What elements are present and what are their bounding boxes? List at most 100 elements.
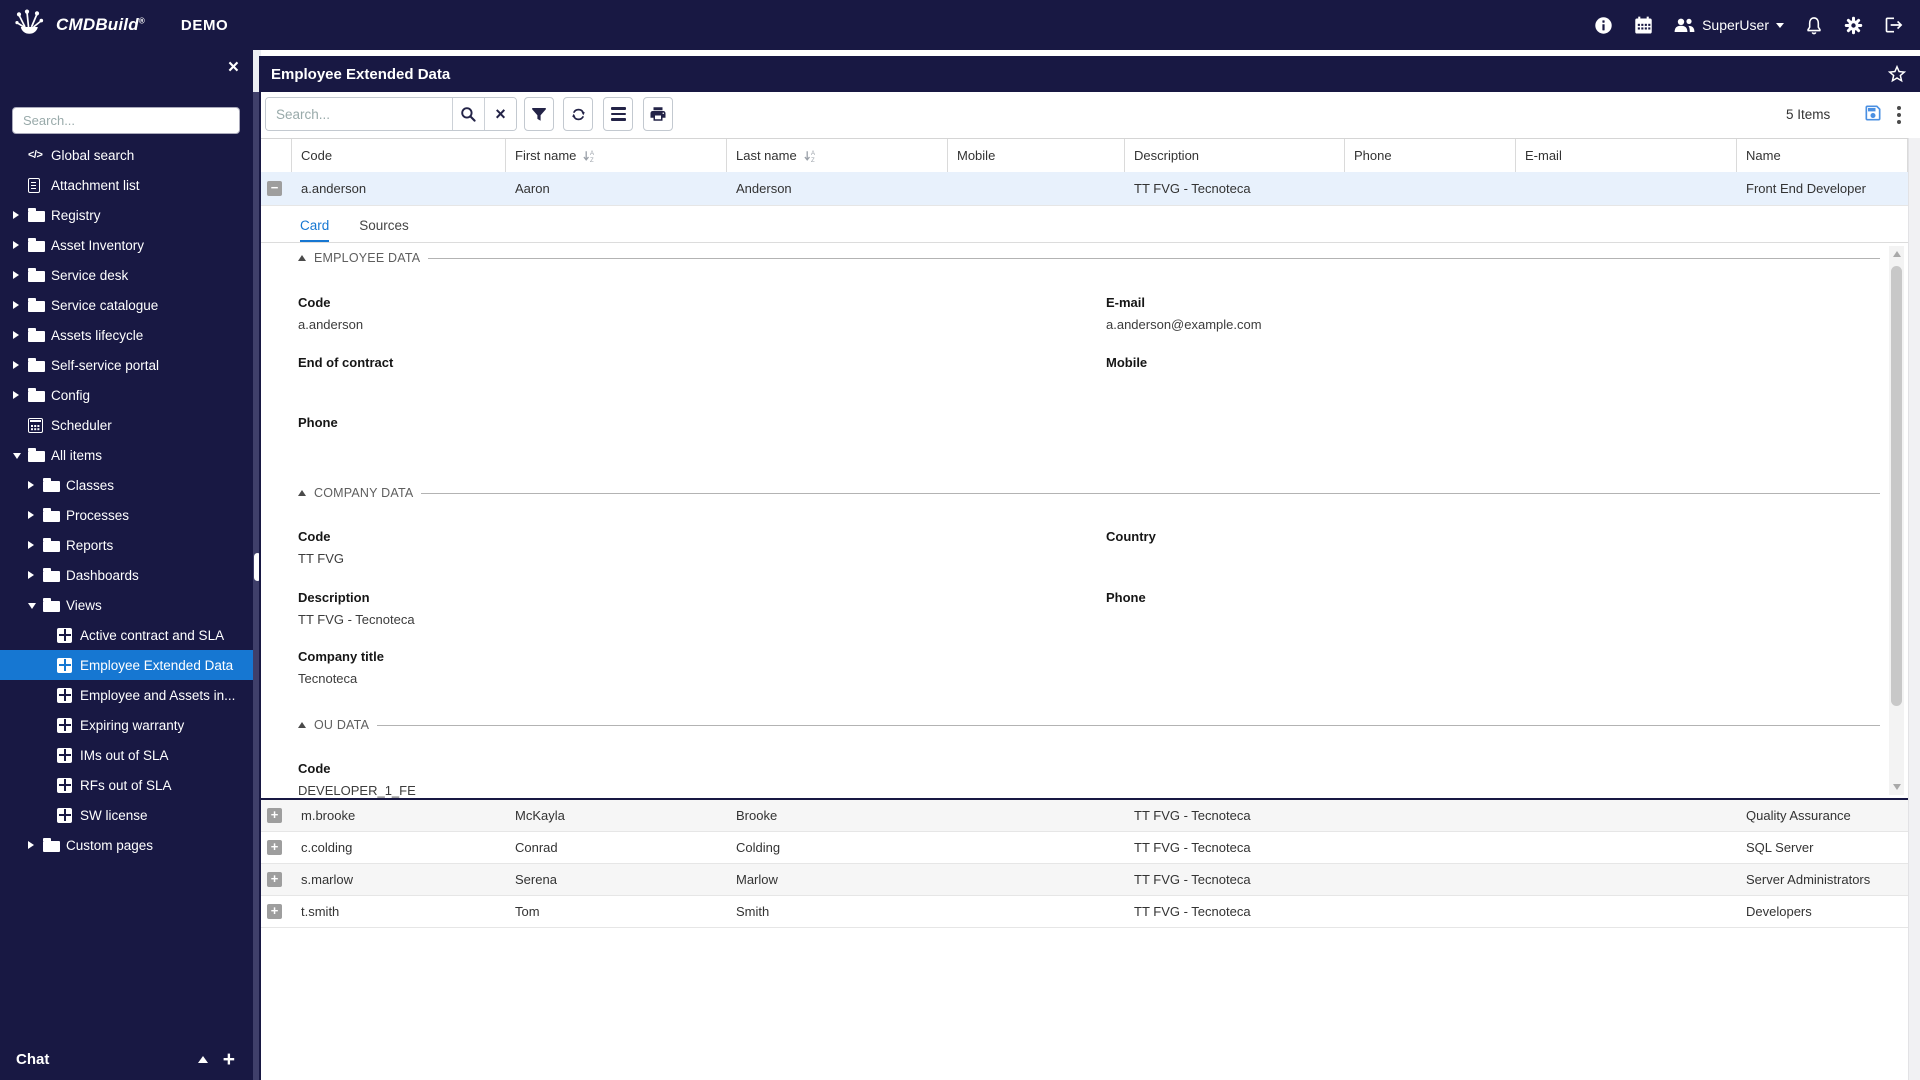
sidebar-close-button[interactable]: × <box>228 58 239 77</box>
table-row[interactable]: − a.anderson Aaron Anderson TT FVG - Tec… <box>261 172 1908 206</box>
table-row[interactable]: + s.marlow Serena Marlow TT FVG - Tecnot… <box>261 864 1908 896</box>
calendar-icon <box>28 417 43 433</box>
column-header-phone[interactable]: Phone <box>1345 139 1516 172</box>
sidebar-item-ims-out-of-sla[interactable]: IMs out of SLA <box>0 740 253 770</box>
field-company-phone: Phone <box>1106 590 1146 605</box>
sidebar-item-sw-license[interactable]: SW license <box>0 800 253 830</box>
chat-label: Chat <box>16 1050 50 1068</box>
sort-icon: AZ <box>583 151 594 163</box>
filter-button[interactable] <box>524 97 554 131</box>
table-row[interactable]: + m.brooke McKayla Brooke TT FVG - Tecno… <box>261 800 1908 832</box>
folder-icon <box>28 388 45 402</box>
clear-search-button[interactable]: × <box>484 98 516 130</box>
sidebar-item-custom-pages[interactable]: Custom pages <box>0 830 253 860</box>
column-header-email[interactable]: E-mail <box>1516 139 1737 172</box>
folder-icon <box>43 598 60 612</box>
column-header-last-name[interactable]: Last name AZ <box>727 139 948 172</box>
sidebar-item-all-items[interactable]: All items <box>0 440 253 470</box>
favorite-star-button[interactable] <box>1886 63 1908 90</box>
notifications-button[interactable] <box>1805 16 1823 35</box>
scroll-up-icon[interactable] <box>1892 251 1901 257</box>
sidebar-item-employee-and-assets[interactable]: Employee and Assets in... <box>0 680 253 710</box>
section-header-employee-data[interactable]: EMPLOYEE DATA <box>298 251 1880 265</box>
sidebar-item-global-search[interactable]: </> Global search <box>0 140 253 170</box>
user-name: SuperUser <box>1702 17 1769 33</box>
close-icon: × <box>495 104 506 124</box>
chat-collapse-icon[interactable] <box>197 1055 208 1063</box>
grid-menu-button[interactable] <box>603 97 633 131</box>
sidebar-item-attachment-list[interactable]: Attachment list <box>0 170 253 200</box>
folder-icon <box>28 358 45 372</box>
sidebar-item-employee-extended-data[interactable]: Employee Extended Data <box>0 650 253 680</box>
column-header-description[interactable]: Description <box>1125 139 1345 172</box>
expand-row-button[interactable]: + <box>267 840 282 855</box>
sidebar-item-config[interactable]: Config <box>0 380 253 410</box>
refresh-button[interactable] <box>563 97 593 131</box>
view-grid-icon <box>57 717 72 733</box>
folder-icon <box>28 268 45 282</box>
settings-button[interactable] <box>1844 16 1863 35</box>
search-button[interactable] <box>452 98 484 130</box>
grid-search-input[interactable] <box>266 98 452 130</box>
save-view-button[interactable] <box>1863 103 1883 128</box>
column-header-first-name[interactable]: First name AZ <box>506 139 727 172</box>
brand: CMDBuild® DEMO <box>12 0 228 50</box>
column-header-mobile[interactable]: Mobile <box>948 139 1125 172</box>
section-header-company-data[interactable]: COMPANY DATA <box>298 486 1880 500</box>
sidebar-item-service-catalogue[interactable]: Service catalogue <box>0 290 253 320</box>
expand-row-button[interactable]: + <box>267 808 282 823</box>
sidebar-item-scheduler[interactable]: Scheduler <box>0 410 253 440</box>
caret-down-icon <box>13 453 21 459</box>
more-options-button[interactable] <box>1897 105 1901 125</box>
section-divider <box>377 725 1880 726</box>
section-header-ou-data[interactable]: OU DATA <box>298 718 1880 732</box>
column-header-name[interactable]: Name <box>1737 139 1908 172</box>
sidebar-item-reports[interactable]: Reports <box>0 530 253 560</box>
sidebar-item-self-service-portal[interactable]: Self-service portal <box>0 350 253 380</box>
field-company-description: Description TT FVG - Tecnoteca <box>298 590 415 627</box>
sidebar-item-assets-lifecycle[interactable]: Assets lifecycle <box>0 320 253 350</box>
sidebar-item-views[interactable]: Views <box>0 590 253 620</box>
caret-right-icon <box>13 391 19 399</box>
sidebar: × </>Global search Attachment list Regis… <box>0 50 253 1080</box>
expand-row-button[interactable]: + <box>267 872 282 887</box>
sidebar-item-classes[interactable]: Classes <box>0 470 253 500</box>
sidebar-item-service-desk[interactable]: Service desk <box>0 260 253 290</box>
tab-sources[interactable]: Sources <box>359 218 409 242</box>
sidebar-item-registry[interactable]: Registry <box>0 200 253 230</box>
sidebar-search-input[interactable] <box>12 107 240 134</box>
sidebar-item-asset-inventory[interactable]: Asset Inventory <box>0 230 253 260</box>
app-title: CMDBuild® <box>56 15 145 34</box>
expand-row-button[interactable]: + <box>267 904 282 919</box>
view-grid-icon <box>57 687 72 703</box>
sidebar-item-rfs-out-of-sla[interactable]: RFs out of SLA <box>0 770 253 800</box>
sidebar-item-dashboards[interactable]: Dashboards <box>0 560 253 590</box>
folder-icon <box>43 478 60 492</box>
collapse-row-button[interactable]: − <box>267 181 282 196</box>
star-icon <box>1887 64 1907 83</box>
card-scrollbar[interactable] <box>1889 246 1904 795</box>
caret-right-icon <box>13 271 19 279</box>
section-collapse-icon[interactable] <box>298 255 306 261</box>
section-collapse-icon[interactable] <box>298 490 306 496</box>
registered-mark: ® <box>138 16 145 26</box>
scroll-down-icon[interactable] <box>1892 784 1901 790</box>
sidebar-item-processes[interactable]: Processes <box>0 500 253 530</box>
column-header-code[interactable]: Code <box>292 139 506 172</box>
print-button[interactable] <box>643 97 673 131</box>
chat-add-button[interactable]: + <box>223 1049 235 1070</box>
table-row[interactable]: + c.colding Conrad Colding TT FVG - Tecn… <box>261 832 1908 864</box>
scrollbar-thumb[interactable] <box>1891 266 1902 706</box>
content-scrollbar-track[interactable] <box>1908 138 1920 1080</box>
section-collapse-icon[interactable] <box>298 722 306 728</box>
user-menu[interactable]: SuperUser <box>1674 17 1784 33</box>
calendar-button[interactable] <box>1634 16 1653 35</box>
info-button[interactable] <box>1594 16 1613 35</box>
logout-button[interactable] <box>1884 15 1904 35</box>
caret-right-icon <box>28 541 34 549</box>
table-row[interactable]: + t.smith Tom Smith TT FVG - Tecnoteca D… <box>261 896 1908 928</box>
sidebar-item-active-contract-and-sla[interactable]: Active contract and SLA <box>0 620 253 650</box>
section-divider <box>421 493 1880 494</box>
tab-card[interactable]: Card <box>300 218 330 242</box>
sidebar-item-expiring-warranty[interactable]: Expiring warranty <box>0 710 253 740</box>
